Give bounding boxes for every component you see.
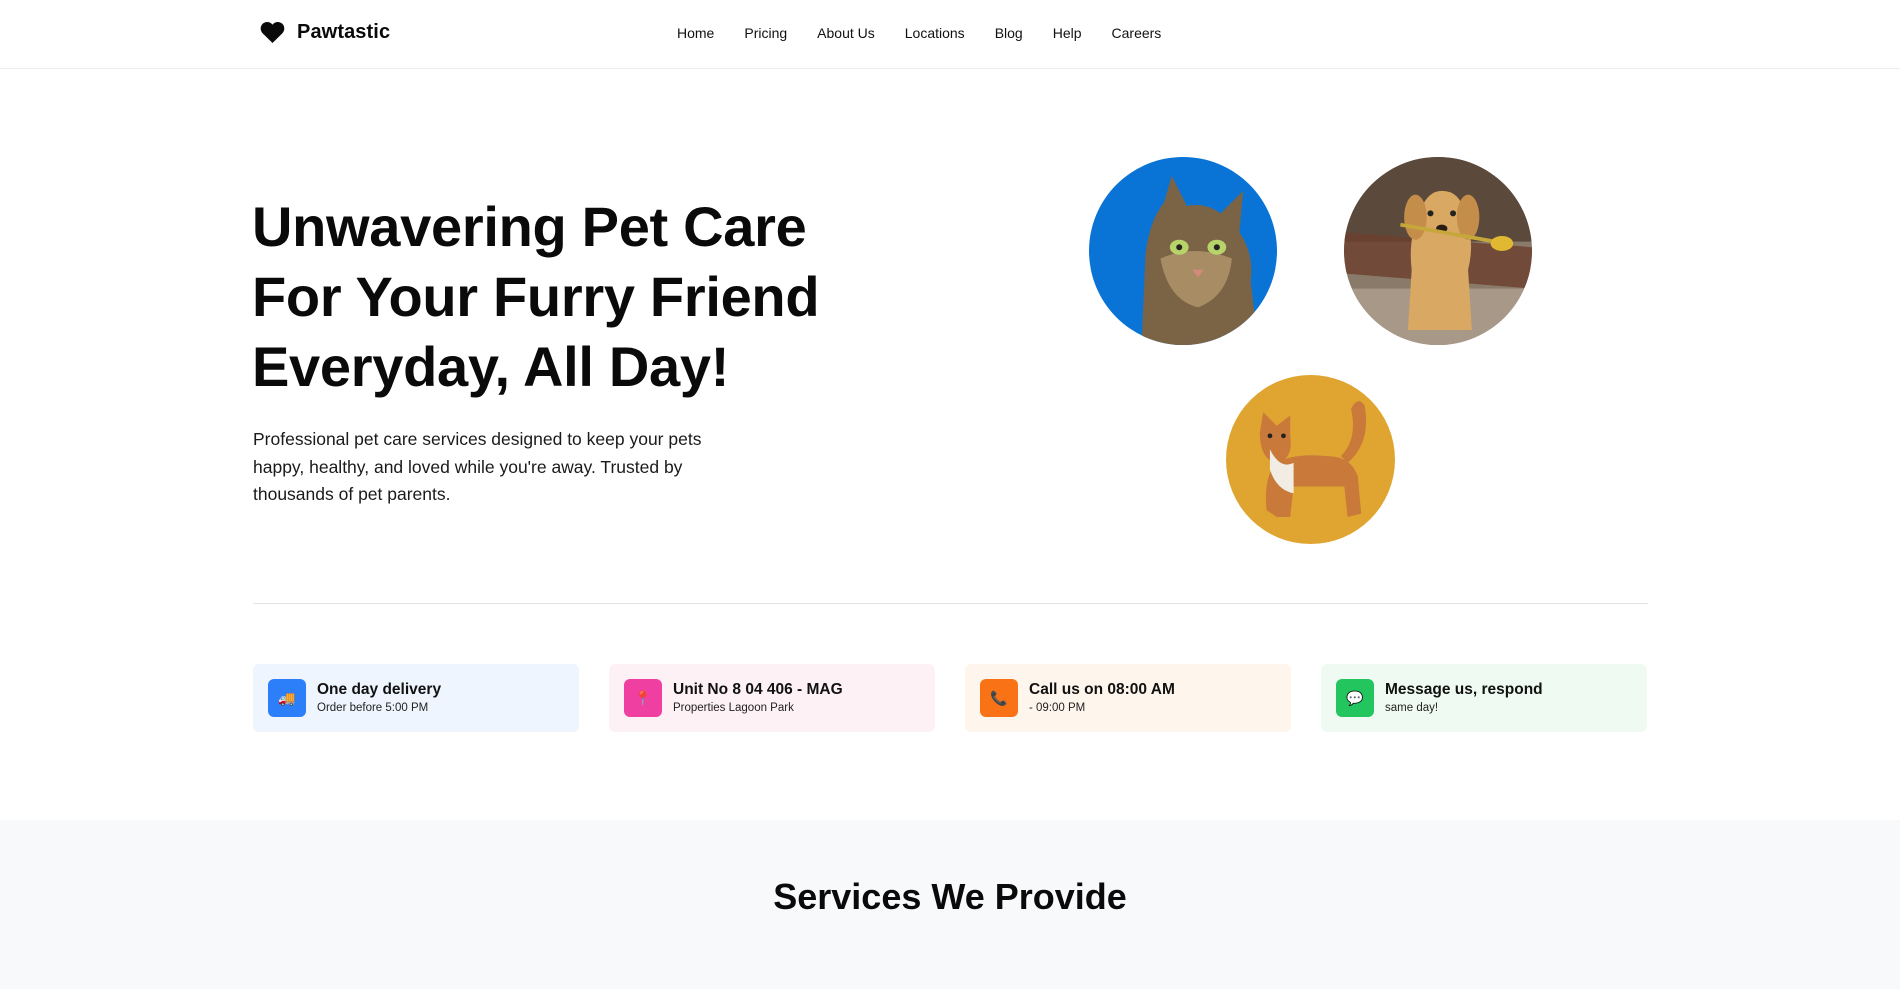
- services-section: Services We Provide: [0, 820, 1900, 989]
- main-nav: Home Pricing About Us Locations Blog Hel…: [677, 24, 1191, 42]
- nav-help[interactable]: Help: [1053, 24, 1082, 42]
- info-card-title: Call us on 08:00 AM: [1029, 681, 1175, 698]
- hero-title-line: Everyday, All Day!: [252, 335, 730, 398]
- info-card-title: Unit No 8 04 406 - MAG: [673, 681, 843, 698]
- info-card-address: 📍 Unit No 8 04 406 - MAG Properties Lago…: [609, 664, 935, 732]
- info-card-phone: 📞 Call us on 08:00 AM - 09:00 PM: [965, 664, 1291, 732]
- nav-home[interactable]: Home: [677, 24, 714, 42]
- nav-careers[interactable]: Careers: [1112, 24, 1162, 42]
- heart-icon: [260, 21, 285, 43]
- info-card-title: One day delivery: [317, 681, 442, 698]
- info-card-subtitle: Properties Lagoon Park: [673, 702, 794, 714]
- site-header: Pawtastic Home Pricing About Us Location…: [0, 0, 1900, 69]
- hero-subtitle: Professional pet care services designed …: [253, 426, 753, 509]
- chat-icon: 💬: [1336, 679, 1374, 717]
- info-card-subtitle: same day!: [1385, 702, 1439, 714]
- pin-icon: 📍: [624, 679, 662, 717]
- services-heading: Services We Provide: [773, 876, 1127, 917]
- info-card-title: Message us, respond: [1385, 681, 1543, 698]
- tabby-cat-image: [1089, 157, 1277, 345]
- phone-icon: 📞: [980, 679, 1018, 717]
- hero-title-line: For Your Furry Friend: [252, 265, 820, 328]
- hero-subtitle-line: thousands of pet parents.: [253, 484, 451, 504]
- hero-title: Unwavering Pet Care For Your Furry Frien…: [252, 192, 952, 402]
- truck-icon: 🚚: [268, 679, 306, 717]
- hero-subtitle-line: Professional pet care services designed …: [253, 429, 702, 449]
- orange-cat-image: [1226, 375, 1395, 544]
- info-card-message: 💬 Message us, respond same day!: [1321, 664, 1647, 732]
- nav-locations[interactable]: Locations: [905, 24, 965, 42]
- nav-blog[interactable]: Blog: [995, 24, 1023, 42]
- info-cards: 🚚 One day delivery Order before 5:00 PM …: [253, 664, 1647, 732]
- hero-title-line: Unwavering Pet Care: [252, 195, 807, 258]
- golden-retriever-image: [1344, 157, 1532, 345]
- nav-about-us[interactable]: About Us: [817, 24, 875, 42]
- info-card-subtitle: - 09:00 PM: [1029, 702, 1086, 714]
- hero-subtitle-line: happy, healthy, and loved while you're a…: [253, 456, 683, 477]
- section-divider: [253, 603, 1648, 604]
- brand-logo[interactable]: Pawtastic: [260, 20, 390, 44]
- brand-name: Pawtastic: [297, 20, 391, 43]
- info-card-subtitle: Order before 5:00 PM: [317, 702, 429, 714]
- nav-pricing[interactable]: Pricing: [744, 24, 787, 42]
- info-card-delivery: 🚚 One day delivery Order before 5:00 PM: [253, 664, 579, 732]
